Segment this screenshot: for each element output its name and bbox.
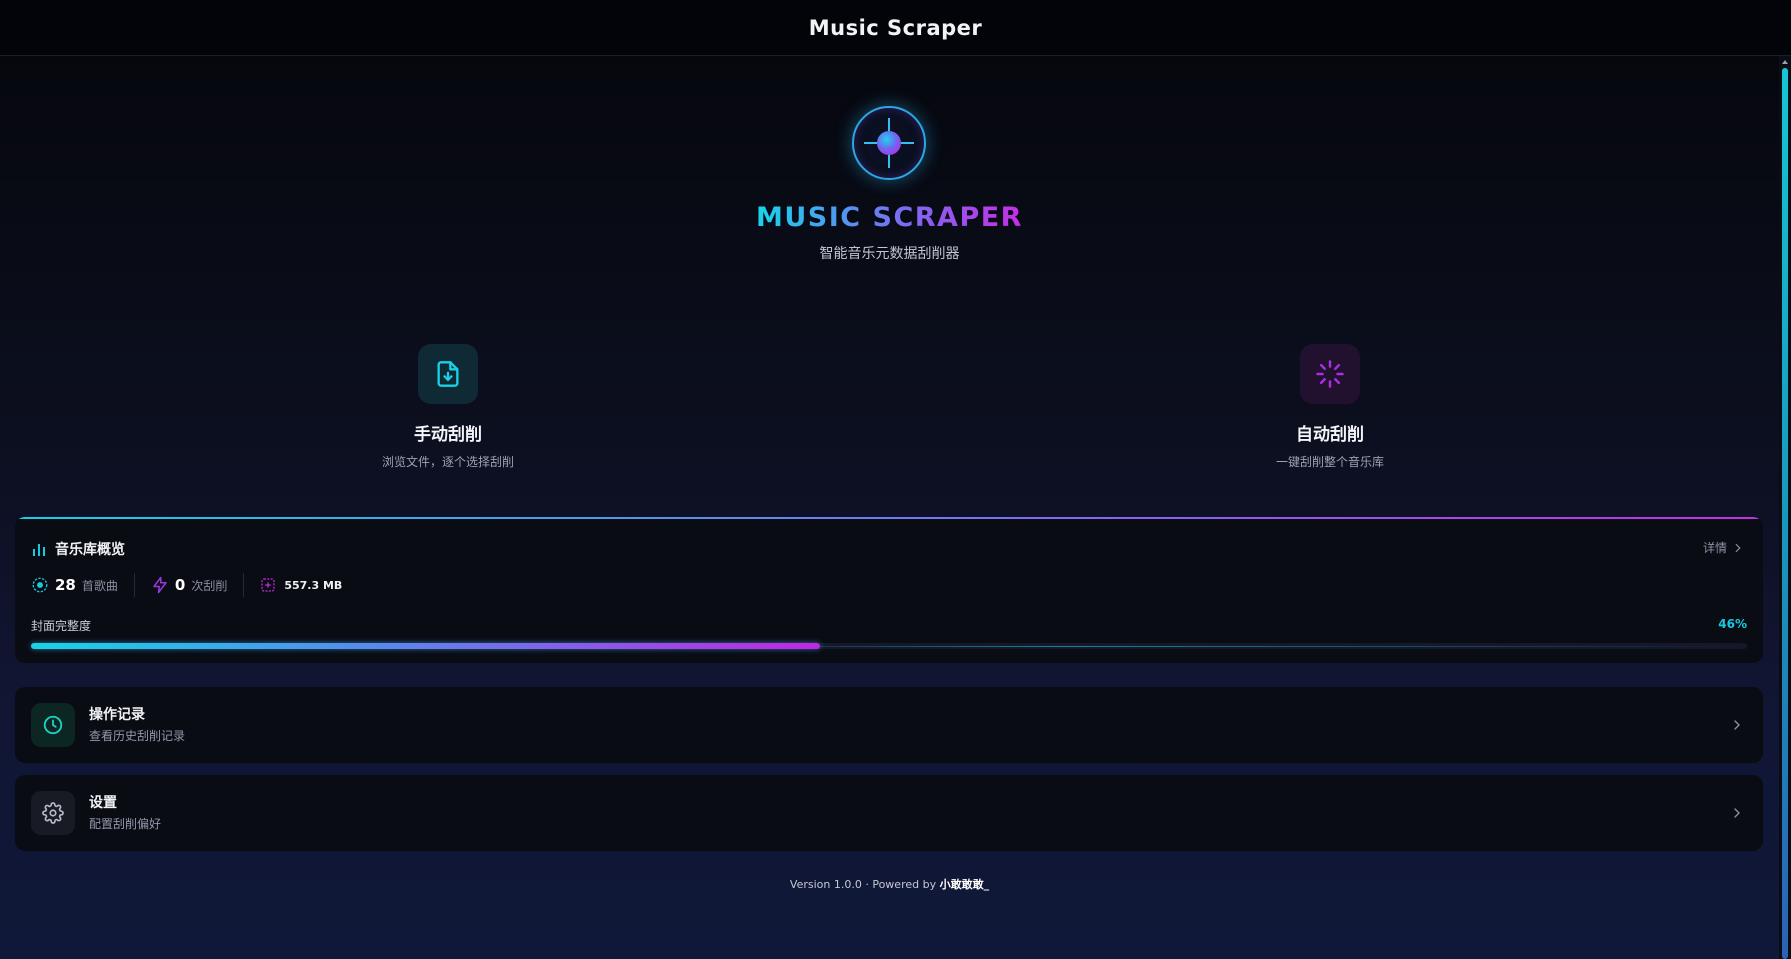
app-tagline: 智能音乐元数据刮削器 xyxy=(819,246,960,262)
storage-stat: 557.3 MB xyxy=(260,577,358,593)
library-overview-card: 音乐库概览 详情 28 首歌曲 0 次刮削 557.3 MB 封面完整度 46% xyxy=(15,517,1763,663)
songs-unit: 首歌曲 xyxy=(81,578,118,593)
manual-scrape-title: 手动刮削 xyxy=(414,425,482,445)
gear-icon xyxy=(31,791,75,835)
auto-scrape-title: 自动刮削 xyxy=(1296,425,1364,445)
app-logo-icon xyxy=(852,106,926,180)
scrollbar-thumb[interactable] xyxy=(1782,68,1788,959)
overview-accent-line xyxy=(15,517,1763,519)
manual-scrape-card[interactable]: 手动刮削 浏览文件，逐个选择刮削 xyxy=(298,344,598,470)
scroll-up-arrow-icon[interactable] xyxy=(1782,60,1788,64)
chevron-right-icon xyxy=(1734,720,1740,730)
scrapes-count: 0 xyxy=(174,576,186,594)
app-name: MUSIC SCRAPER xyxy=(756,202,1023,233)
stat-divider xyxy=(133,573,135,597)
manual-scrape-desc: 浏览文件，逐个选择刮削 xyxy=(381,455,514,469)
library-stats: 28 首歌曲 0 次刮削 557.3 MB xyxy=(31,572,358,598)
detail-label: 详情 xyxy=(1702,541,1727,555)
bolt-icon xyxy=(153,576,167,594)
cover-completeness-label: 封面完整度 xyxy=(31,619,92,633)
overview-header: 音乐库概览 xyxy=(32,539,125,559)
scrollbar[interactable] xyxy=(1779,56,1791,959)
overview-title: 音乐库概览 xyxy=(55,542,125,558)
auto-scrape-card[interactable]: 自动刮削 一键刮削整个音乐库 xyxy=(1180,344,1480,470)
footer-author: 小敢敢敢_ xyxy=(939,878,990,891)
title-bar: Music Scraper xyxy=(0,0,1791,56)
footer: Version 1.0.0 · Powered by 小敢敢敢_ xyxy=(0,876,1779,892)
scrapes-stat: 0 次刮削 xyxy=(151,576,243,594)
storage-size: 557.3 MB xyxy=(284,578,343,592)
history-menu-item[interactable]: 操作记录 查看历史刮削记录 xyxy=(15,687,1763,763)
settings-title: 设置 xyxy=(89,795,117,811)
footer-version: Version 1.0.0 · Powered by xyxy=(789,878,940,891)
clock-icon xyxy=(31,703,75,747)
window-title: Music Scraper xyxy=(808,15,983,40)
chevron-right-icon xyxy=(1735,543,1741,552)
loader-icon xyxy=(1300,344,1360,404)
stat-divider xyxy=(243,573,245,597)
cover-completeness-bar xyxy=(31,643,1747,649)
file-download-icon xyxy=(418,344,478,404)
auto-scrape-desc: 一键刮削整个音乐库 xyxy=(1275,455,1384,469)
bar-chart-icon xyxy=(33,544,45,556)
songs-count: 28 xyxy=(55,576,76,594)
scrapes-unit: 次刮削 xyxy=(191,578,228,593)
cover-completeness-percent: 46% xyxy=(1718,617,1747,631)
main-content: MUSIC SCRAPER 智能音乐元数据刮削器 手动刮削 浏览文件，逐个选择刮… xyxy=(0,56,1779,959)
overview-detail-link[interactable]: 详情 xyxy=(1703,539,1745,556)
settings-desc: 配置刮削偏好 xyxy=(89,817,162,831)
disc-icon xyxy=(32,577,48,593)
history-desc: 查看历史刮削记录 xyxy=(89,729,186,743)
history-title: 操作记录 xyxy=(89,707,145,723)
songs-stat: 28 首歌曲 xyxy=(31,576,134,594)
settings-menu-item[interactable]: 设置 配置刮削偏好 xyxy=(15,775,1763,851)
chevron-right-icon xyxy=(1734,808,1740,818)
storage-icon xyxy=(261,578,275,592)
cover-completeness-fill xyxy=(31,643,821,649)
